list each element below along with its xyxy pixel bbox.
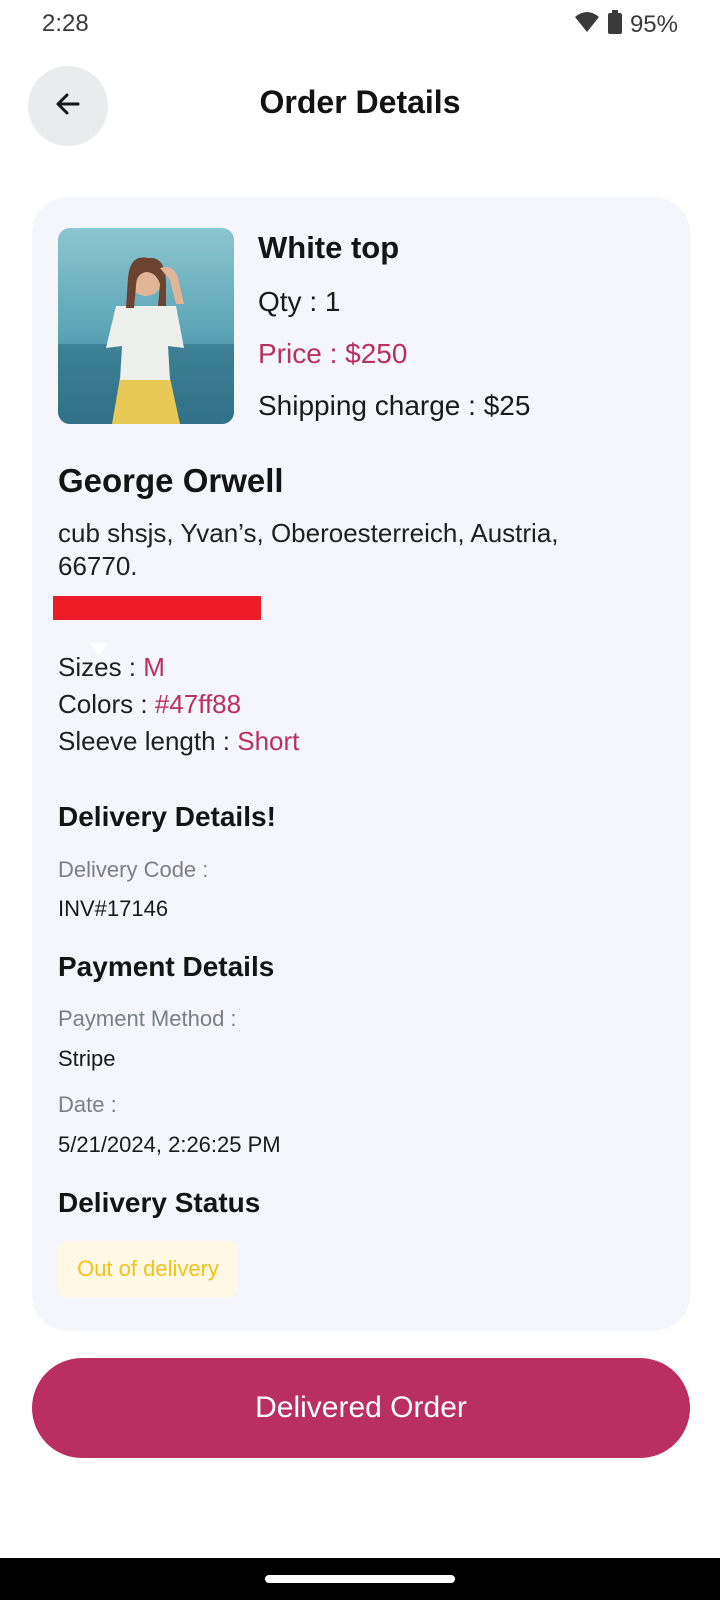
delivery-details-heading: Delivery Details! [58,801,276,832]
payment-method-label: Payment Method : [58,1006,237,1031]
payment-details-heading: Payment Details [58,951,275,982]
customer-name: George Orwell [58,462,284,499]
product-shipping-charge: Shipping charge : $25 [258,390,531,421]
attribute-color-label: Colors : [58,689,155,719]
attribute-size: Sizes : M [58,652,165,683]
product-quantity: Qty : 1 [258,286,341,317]
attribute-size-value: M [143,652,165,682]
attribute-color-value: #47ff88 [154,689,242,719]
wifi-icon [574,11,600,38]
attribute-size-label: Sizes : [58,652,144,682]
battery-percent: 95% [629,10,678,38]
product-image [58,228,234,424]
delivery-status-heading: Delivery Status [58,1187,261,1218]
status-time: 2:28 [42,10,89,37]
product-name: White top [258,230,400,265]
delivery-code-value: INV#17146 [58,896,169,921]
status-bar: 2:28 95% [0,0,720,50]
attribute-sleeve-label: Sleeve length : [58,726,238,756]
attribute-color: Colors : #47ff88 [58,689,241,720]
system-nav-bar [0,1558,720,1600]
status-badge: Out of delivery [58,1241,238,1297]
delivered-order-button[interactable]: Delivered Order [32,1358,690,1458]
date-label: Date : [58,1092,117,1117]
customer-address: cub shsjs, Yvan’s, Oberoesterreich, Aust… [58,518,559,581]
delivery-code-label: Delivery Code : [58,857,209,882]
redaction-bar [53,596,261,620]
attribute-sleeve: Sleeve length : Short [58,726,299,757]
attribute-sleeve-value: Short [237,726,300,756]
page-title: Order Details [259,84,461,120]
payment-method-value: Stripe [58,1046,116,1071]
home-handle[interactable] [265,1575,455,1583]
status-icons: 95% [574,10,678,39]
date-value: 5/21/2024, 2:26:25 PM [58,1132,281,1157]
product-price: Price : $250 [258,338,408,369]
battery-icon [607,10,622,39]
